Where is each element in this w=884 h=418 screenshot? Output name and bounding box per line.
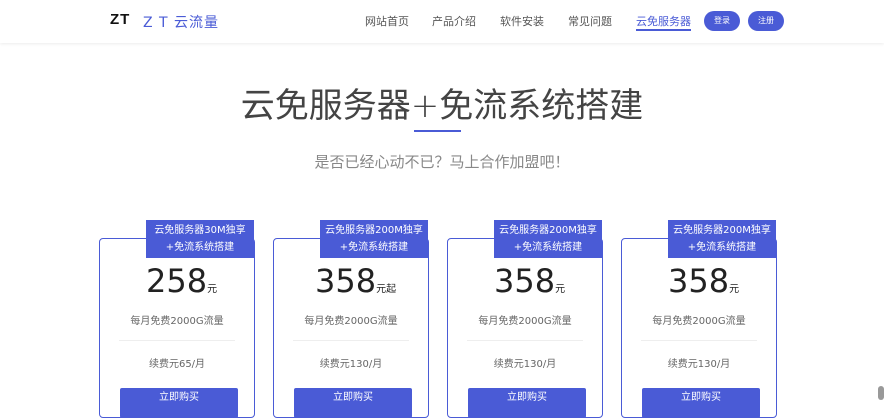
plan-feature: 每月免费2000G流量	[478, 316, 572, 327]
plan-renew: 续费元130/月	[493, 359, 557, 370]
plan-price-value: 358	[494, 262, 556, 300]
plan-price: 358元起	[315, 262, 396, 300]
plan-feature: 每月免费2000G流量	[652, 316, 746, 327]
plan-ribbon: 云免服务器200M独享+免流系统搭建	[494, 220, 602, 258]
plan-ribbon: 云免服务器200M独享+免流系统搭建	[320, 220, 428, 258]
nav-products[interactable]: 产品介绍	[432, 13, 476, 29]
plan-price-value: 358	[668, 262, 730, 300]
plan-price-value: 358	[315, 262, 377, 300]
plan-divider	[641, 340, 757, 341]
top-navbar: ZT Z T 云流量 网站首页 产品介绍 软件安装 常见问题 云免服务器 登录 …	[0, 0, 884, 43]
plan-price: 258元	[146, 262, 217, 300]
plan-price-value: 258	[146, 262, 208, 300]
plan-price-unit: 元起	[376, 284, 397, 295]
buy-button[interactable]: 立即购买	[294, 388, 412, 418]
nav-home[interactable]: 网站首页	[365, 13, 409, 29]
plan-ribbon: 云免服务器30M独享+免流系统搭建	[146, 220, 254, 258]
plan-divider	[293, 340, 409, 341]
plan-renew: 续费元130/月	[319, 359, 383, 370]
plan-price-unit: 元	[207, 284, 218, 295]
register-button[interactable]: 注册	[748, 11, 784, 31]
plan-divider	[119, 340, 235, 341]
hero-divider	[414, 130, 461, 132]
plan-price-unit: 元	[555, 284, 566, 295]
login-button[interactable]: 登录	[704, 11, 740, 31]
page-scrollbar[interactable]	[878, 386, 884, 400]
plan-price-unit: 元	[729, 284, 740, 295]
nav-cloud-server-label: 云免服务器	[636, 15, 691, 28]
hero-title: 云免服务器+免流系统搭建	[240, 86, 644, 126]
plan-price: 358元	[668, 262, 739, 300]
nav-cloud-server[interactable]: 云免服务器	[636, 13, 691, 31]
plan-renew: 续费元65/月	[148, 359, 206, 370]
nav-faq[interactable]: 常见问题	[568, 13, 612, 29]
nav-software-install[interactable]: 软件安装	[500, 13, 544, 29]
logo-mark[interactable]: ZT	[110, 11, 130, 28]
plan-feature: 每月免费2000G流量	[304, 316, 398, 327]
plan-ribbon: 云免服务器200M独享+免流系统搭建	[668, 220, 776, 258]
plan-renew: 续费元130/月	[667, 359, 731, 370]
plan-divider	[467, 340, 583, 341]
active-nav-underline	[636, 29, 691, 31]
plan-price: 358元	[494, 262, 565, 300]
buy-button[interactable]: 立即购买	[642, 388, 760, 418]
logo-text[interactable]: Z T 云流量	[143, 12, 219, 32]
buy-button[interactable]: 立即购买	[468, 388, 586, 418]
plan-feature: 每月免费2000G流量	[130, 316, 224, 327]
buy-button[interactable]: 立即购买	[120, 388, 238, 418]
hero-subtitle: 是否已经心动不已？马上合作加盟吧！	[314, 153, 570, 171]
